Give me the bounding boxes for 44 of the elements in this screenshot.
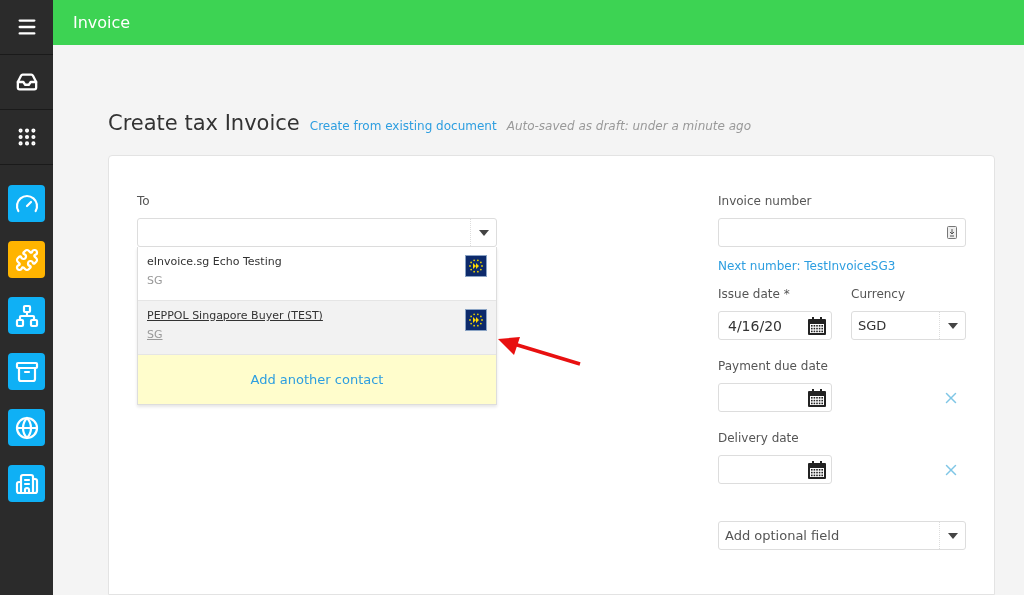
field-label: Payment due date bbox=[718, 359, 829, 373]
field-label: Delivery date bbox=[718, 431, 800, 445]
contact-name: PEPPOL Singapore Buyer (TEST) bbox=[147, 309, 323, 322]
calendar-icon[interactable] bbox=[807, 459, 827, 480]
tray-icon bbox=[15, 71, 38, 93]
currency-dropdown[interactable]: SGD bbox=[851, 311, 966, 340]
date-field[interactable] bbox=[718, 455, 832, 484]
archive-icon bbox=[14, 359, 39, 384]
field-label: Invoice number bbox=[718, 194, 813, 208]
page-title: Create tax Invoice bbox=[108, 111, 300, 135]
caret-icon bbox=[947, 532, 958, 539]
date-field[interactable]: 4/16/20 bbox=[718, 311, 832, 340]
app-tile[interactable] bbox=[8, 465, 45, 502]
field-label: Currency bbox=[851, 287, 907, 301]
contact-name: eInvoice.sg Echo Testing bbox=[147, 255, 282, 268]
globe-icon bbox=[14, 415, 39, 440]
caret-icon bbox=[947, 322, 958, 329]
app-tile[interactable] bbox=[8, 409, 45, 446]
app-tile[interactable] bbox=[8, 241, 45, 278]
field-label: To bbox=[137, 194, 151, 208]
contact-option[interactable]: PEPPOL Singapore Buyer (TEST) SG bbox=[138, 301, 496, 355]
calendar-icon[interactable] bbox=[807, 387, 827, 408]
calendar-icon[interactable] bbox=[807, 315, 827, 336]
network-icon bbox=[14, 303, 39, 328]
app-tile[interactable] bbox=[8, 297, 45, 334]
contact-country: SG bbox=[147, 274, 163, 287]
invoice-number-field[interactable] bbox=[718, 218, 966, 247]
contact-country: SG bbox=[147, 328, 163, 341]
document-icon bbox=[947, 226, 957, 239]
puzzle-icon bbox=[14, 247, 39, 272]
recipient-dropdown[interactable] bbox=[137, 218, 497, 247]
contact-option[interactable]: eInvoice.sg Echo Testing SG bbox=[138, 247, 496, 301]
header-title: Invoice bbox=[73, 13, 131, 32]
network-logo-icon bbox=[465, 309, 487, 331]
app-tile[interactable] bbox=[8, 353, 45, 390]
app-tile[interactable] bbox=[8, 185, 45, 222]
autosave-status: Auto-saved as draft: under a minute ago bbox=[506, 119, 752, 133]
optional-field-dropdown[interactable]: Add optional field bbox=[718, 521, 966, 550]
caret-icon bbox=[478, 229, 489, 236]
date-value: 4/16/20 bbox=[728, 317, 782, 334]
field-label: Issue date * bbox=[718, 287, 791, 301]
date-field[interactable] bbox=[718, 383, 832, 412]
building-icon bbox=[14, 471, 39, 496]
network-logo-icon bbox=[465, 255, 487, 277]
